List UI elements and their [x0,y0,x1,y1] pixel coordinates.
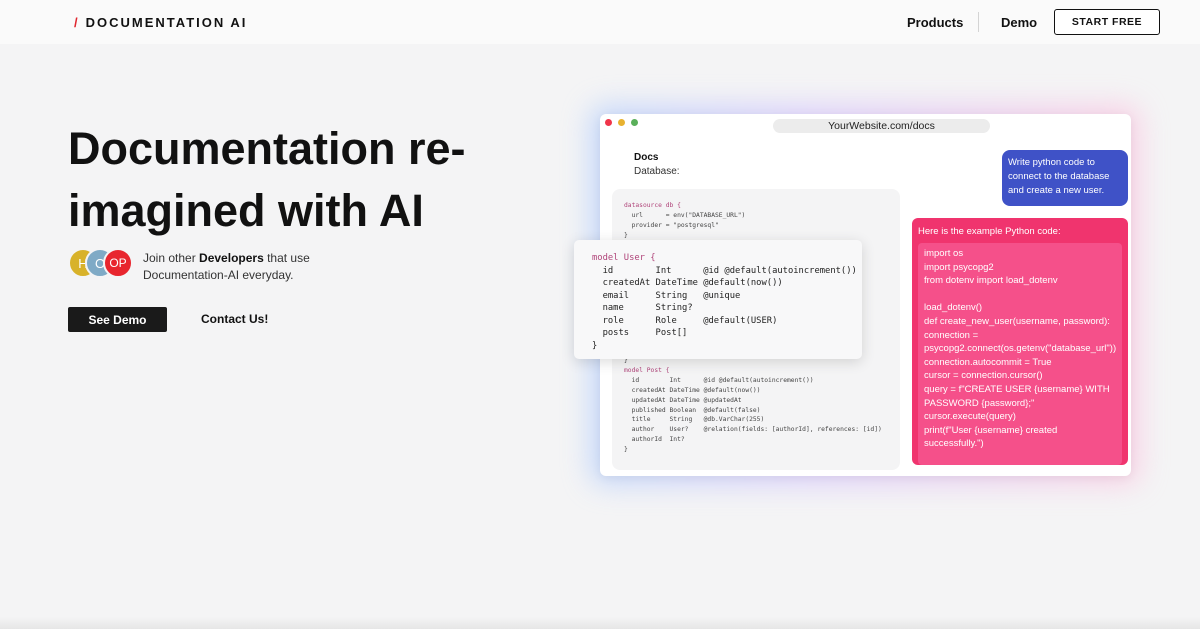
brand-name: DOCUMENTATION AI [85,15,248,30]
docs-heading: Docs [634,152,659,163]
nav-divider [978,12,979,32]
brand-logo[interactable]: / DOCUMENTATION AI [74,15,247,30]
see-demo-button[interactable]: See Demo [68,307,167,332]
join-text: Join other Developers that use Documenta… [143,251,310,282]
nav-demo[interactable]: Demo [1001,15,1037,30]
window-maximize-dot [631,119,638,126]
avatar: OP [103,248,133,278]
user-prompt-bubble: Write python code to connect to the data… [1002,150,1128,206]
model-user-card: model User { id Int @id @default(autoinc… [574,240,862,359]
ai-response-bubble: Here is the example Python code: import … [912,218,1128,465]
window-close-dot [605,119,612,126]
schema-code-top: datasource db { url = env("DATABASE_URL"… [624,202,746,239]
top-nav: / DOCUMENTATION AI Products Demo START F… [0,0,1200,44]
avatar-group: H O OP [68,248,134,278]
ai-response-code: import os import psycopg2 from dotenv im… [918,243,1122,465]
start-free-button[interactable]: START FREE [1054,9,1160,35]
url-bar: YourWebsite.com/docs [773,119,990,133]
contact-us-link[interactable]: Contact Us! [201,312,268,326]
window-minimize-dot [618,119,625,126]
database-label: Database: [634,166,680,177]
hero-title: Documentation re-imagined with AI [68,123,466,236]
nav-products[interactable]: Products [907,15,963,30]
brand-slash: / [74,15,80,30]
ai-response-title: Here is the example Python code: [918,226,1061,237]
page-bottom-edge [0,617,1200,629]
schema-code-bottom: } model Post { id Int @id @default(autoin… [624,357,882,454]
